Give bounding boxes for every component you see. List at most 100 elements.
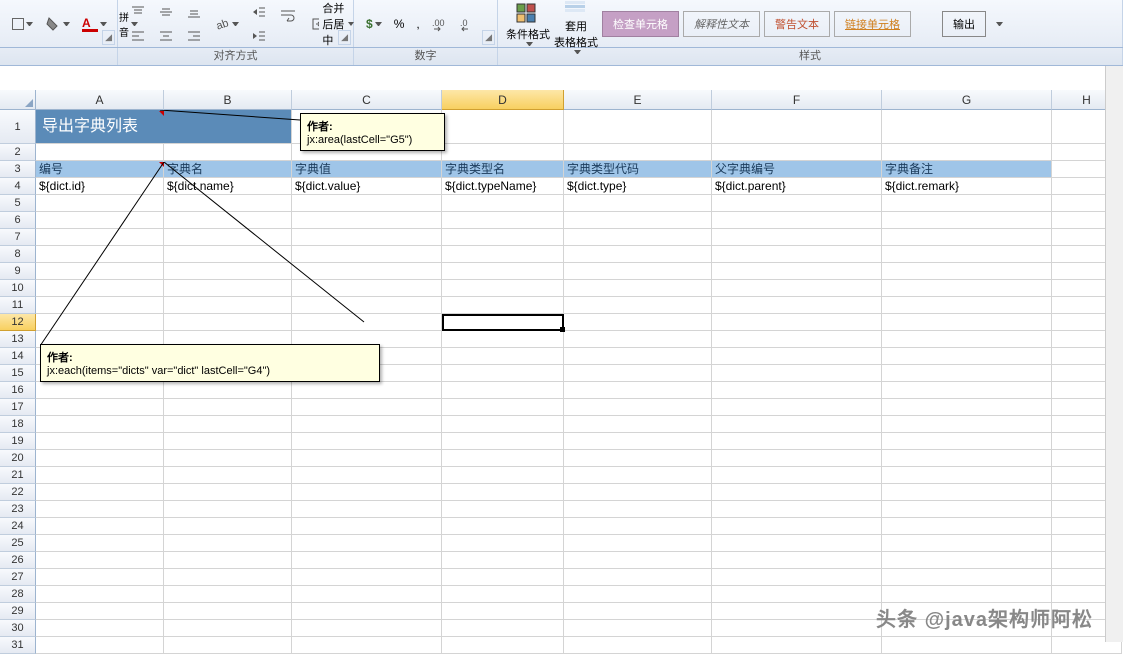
cell[interactable] — [882, 348, 1052, 365]
row-header[interactable]: 13 — [0, 331, 36, 348]
cell[interactable]: 编号 — [36, 161, 164, 178]
cell[interactable] — [564, 501, 712, 518]
cell[interactable] — [36, 195, 164, 212]
column-header[interactable]: A — [36, 90, 164, 110]
cell[interactable] — [882, 365, 1052, 382]
currency-button[interactable]: $ — [361, 14, 387, 34]
cell[interactable] — [36, 416, 164, 433]
cell[interactable] — [36, 314, 164, 331]
cell[interactable] — [712, 535, 882, 552]
cell[interactable] — [712, 382, 882, 399]
cell[interactable] — [164, 433, 292, 450]
cell[interactable] — [564, 195, 712, 212]
align-right-button[interactable] — [181, 25, 207, 47]
cell[interactable] — [882, 467, 1052, 484]
row-header[interactable]: 29 — [0, 603, 36, 620]
cell[interactable] — [712, 246, 882, 263]
cell[interactable] — [36, 280, 164, 297]
cell[interactable] — [712, 586, 882, 603]
cell[interactable] — [882, 433, 1052, 450]
row-header[interactable]: 3 — [0, 161, 36, 178]
cell[interactable] — [36, 603, 164, 620]
cell[interactable] — [882, 586, 1052, 603]
table-format-button[interactable]: 套用 表格格式 — [552, 0, 600, 54]
row-header[interactable]: 19 — [0, 433, 36, 450]
row-header[interactable]: 27 — [0, 569, 36, 586]
cell[interactable] — [292, 603, 442, 620]
cell[interactable] — [164, 637, 292, 654]
cell[interactable] — [442, 263, 564, 280]
cell[interactable] — [442, 603, 564, 620]
row-header[interactable]: 12 — [0, 314, 36, 331]
cell[interactable] — [564, 484, 712, 501]
cell[interactable] — [36, 484, 164, 501]
cell[interactable] — [164, 144, 292, 161]
cell[interactable] — [164, 297, 292, 314]
cell[interactable] — [882, 297, 1052, 314]
cell[interactable] — [564, 586, 712, 603]
align-middle-button[interactable] — [153, 1, 179, 23]
cell[interactable] — [36, 569, 164, 586]
wrap-text-button[interactable] — [274, 4, 304, 44]
cell[interactable] — [882, 569, 1052, 586]
cell[interactable]: ${dict.id} — [36, 178, 164, 195]
cell[interactable] — [442, 620, 564, 637]
cell[interactable] — [882, 314, 1052, 331]
align-bottom-button[interactable] — [181, 1, 207, 23]
row-header[interactable]: 6 — [0, 212, 36, 229]
cell[interactable] — [712, 195, 882, 212]
cell[interactable] — [164, 586, 292, 603]
cell[interactable] — [292, 297, 442, 314]
row-header[interactable]: 5 — [0, 195, 36, 212]
cell[interactable] — [564, 314, 712, 331]
cell[interactable] — [36, 552, 164, 569]
cell[interactable] — [564, 518, 712, 535]
cell[interactable] — [712, 348, 882, 365]
cell[interactable] — [882, 484, 1052, 501]
style-check-cell[interactable]: 检查单元格 — [602, 11, 679, 37]
cell[interactable] — [712, 110, 882, 144]
cell[interactable] — [712, 433, 882, 450]
row-header[interactable]: 4 — [0, 178, 36, 195]
cell[interactable] — [164, 229, 292, 246]
cell[interactable] — [442, 297, 564, 314]
row-header[interactable]: 31 — [0, 637, 36, 654]
number-dialog-launcher[interactable]: ◢ — [482, 30, 495, 45]
cell[interactable] — [442, 484, 564, 501]
cell[interactable] — [564, 416, 712, 433]
cell[interactable] — [712, 144, 882, 161]
cell[interactable] — [36, 144, 164, 161]
orientation-button[interactable]: ab — [209, 13, 244, 35]
column-header[interactable]: D — [442, 90, 564, 110]
cell[interactable] — [36, 535, 164, 552]
align-center-button[interactable] — [153, 25, 179, 47]
merge-center-button[interactable]: 合并后居中 — [306, 0, 359, 51]
cell[interactable] — [36, 450, 164, 467]
cell[interactable] — [442, 586, 564, 603]
cell[interactable] — [36, 620, 164, 637]
alignment-dialog-launcher[interactable]: ◢ — [338, 30, 351, 45]
increase-decimal-button[interactable]: .00 — [427, 13, 453, 35]
cell[interactable] — [292, 416, 442, 433]
cell[interactable] — [442, 467, 564, 484]
cell[interactable] — [882, 212, 1052, 229]
cell[interactable] — [292, 195, 442, 212]
cell[interactable] — [36, 518, 164, 535]
cell[interactable] — [442, 331, 564, 348]
cell[interactable] — [292, 229, 442, 246]
cell[interactable] — [712, 229, 882, 246]
cell[interactable] — [712, 314, 882, 331]
column-header[interactable]: F — [712, 90, 882, 110]
cell[interactable] — [292, 484, 442, 501]
cell[interactable] — [36, 382, 164, 399]
cell[interactable] — [442, 365, 564, 382]
row-header[interactable]: 2 — [0, 144, 36, 161]
cell[interactable]: 字典名 — [164, 161, 292, 178]
vertical-scrollbar[interactable] — [1105, 66, 1123, 642]
cell[interactable] — [164, 416, 292, 433]
cell[interactable] — [164, 501, 292, 518]
cell[interactable] — [292, 467, 442, 484]
cell[interactable] — [712, 297, 882, 314]
cell[interactable] — [442, 552, 564, 569]
cell[interactable] — [164, 314, 292, 331]
